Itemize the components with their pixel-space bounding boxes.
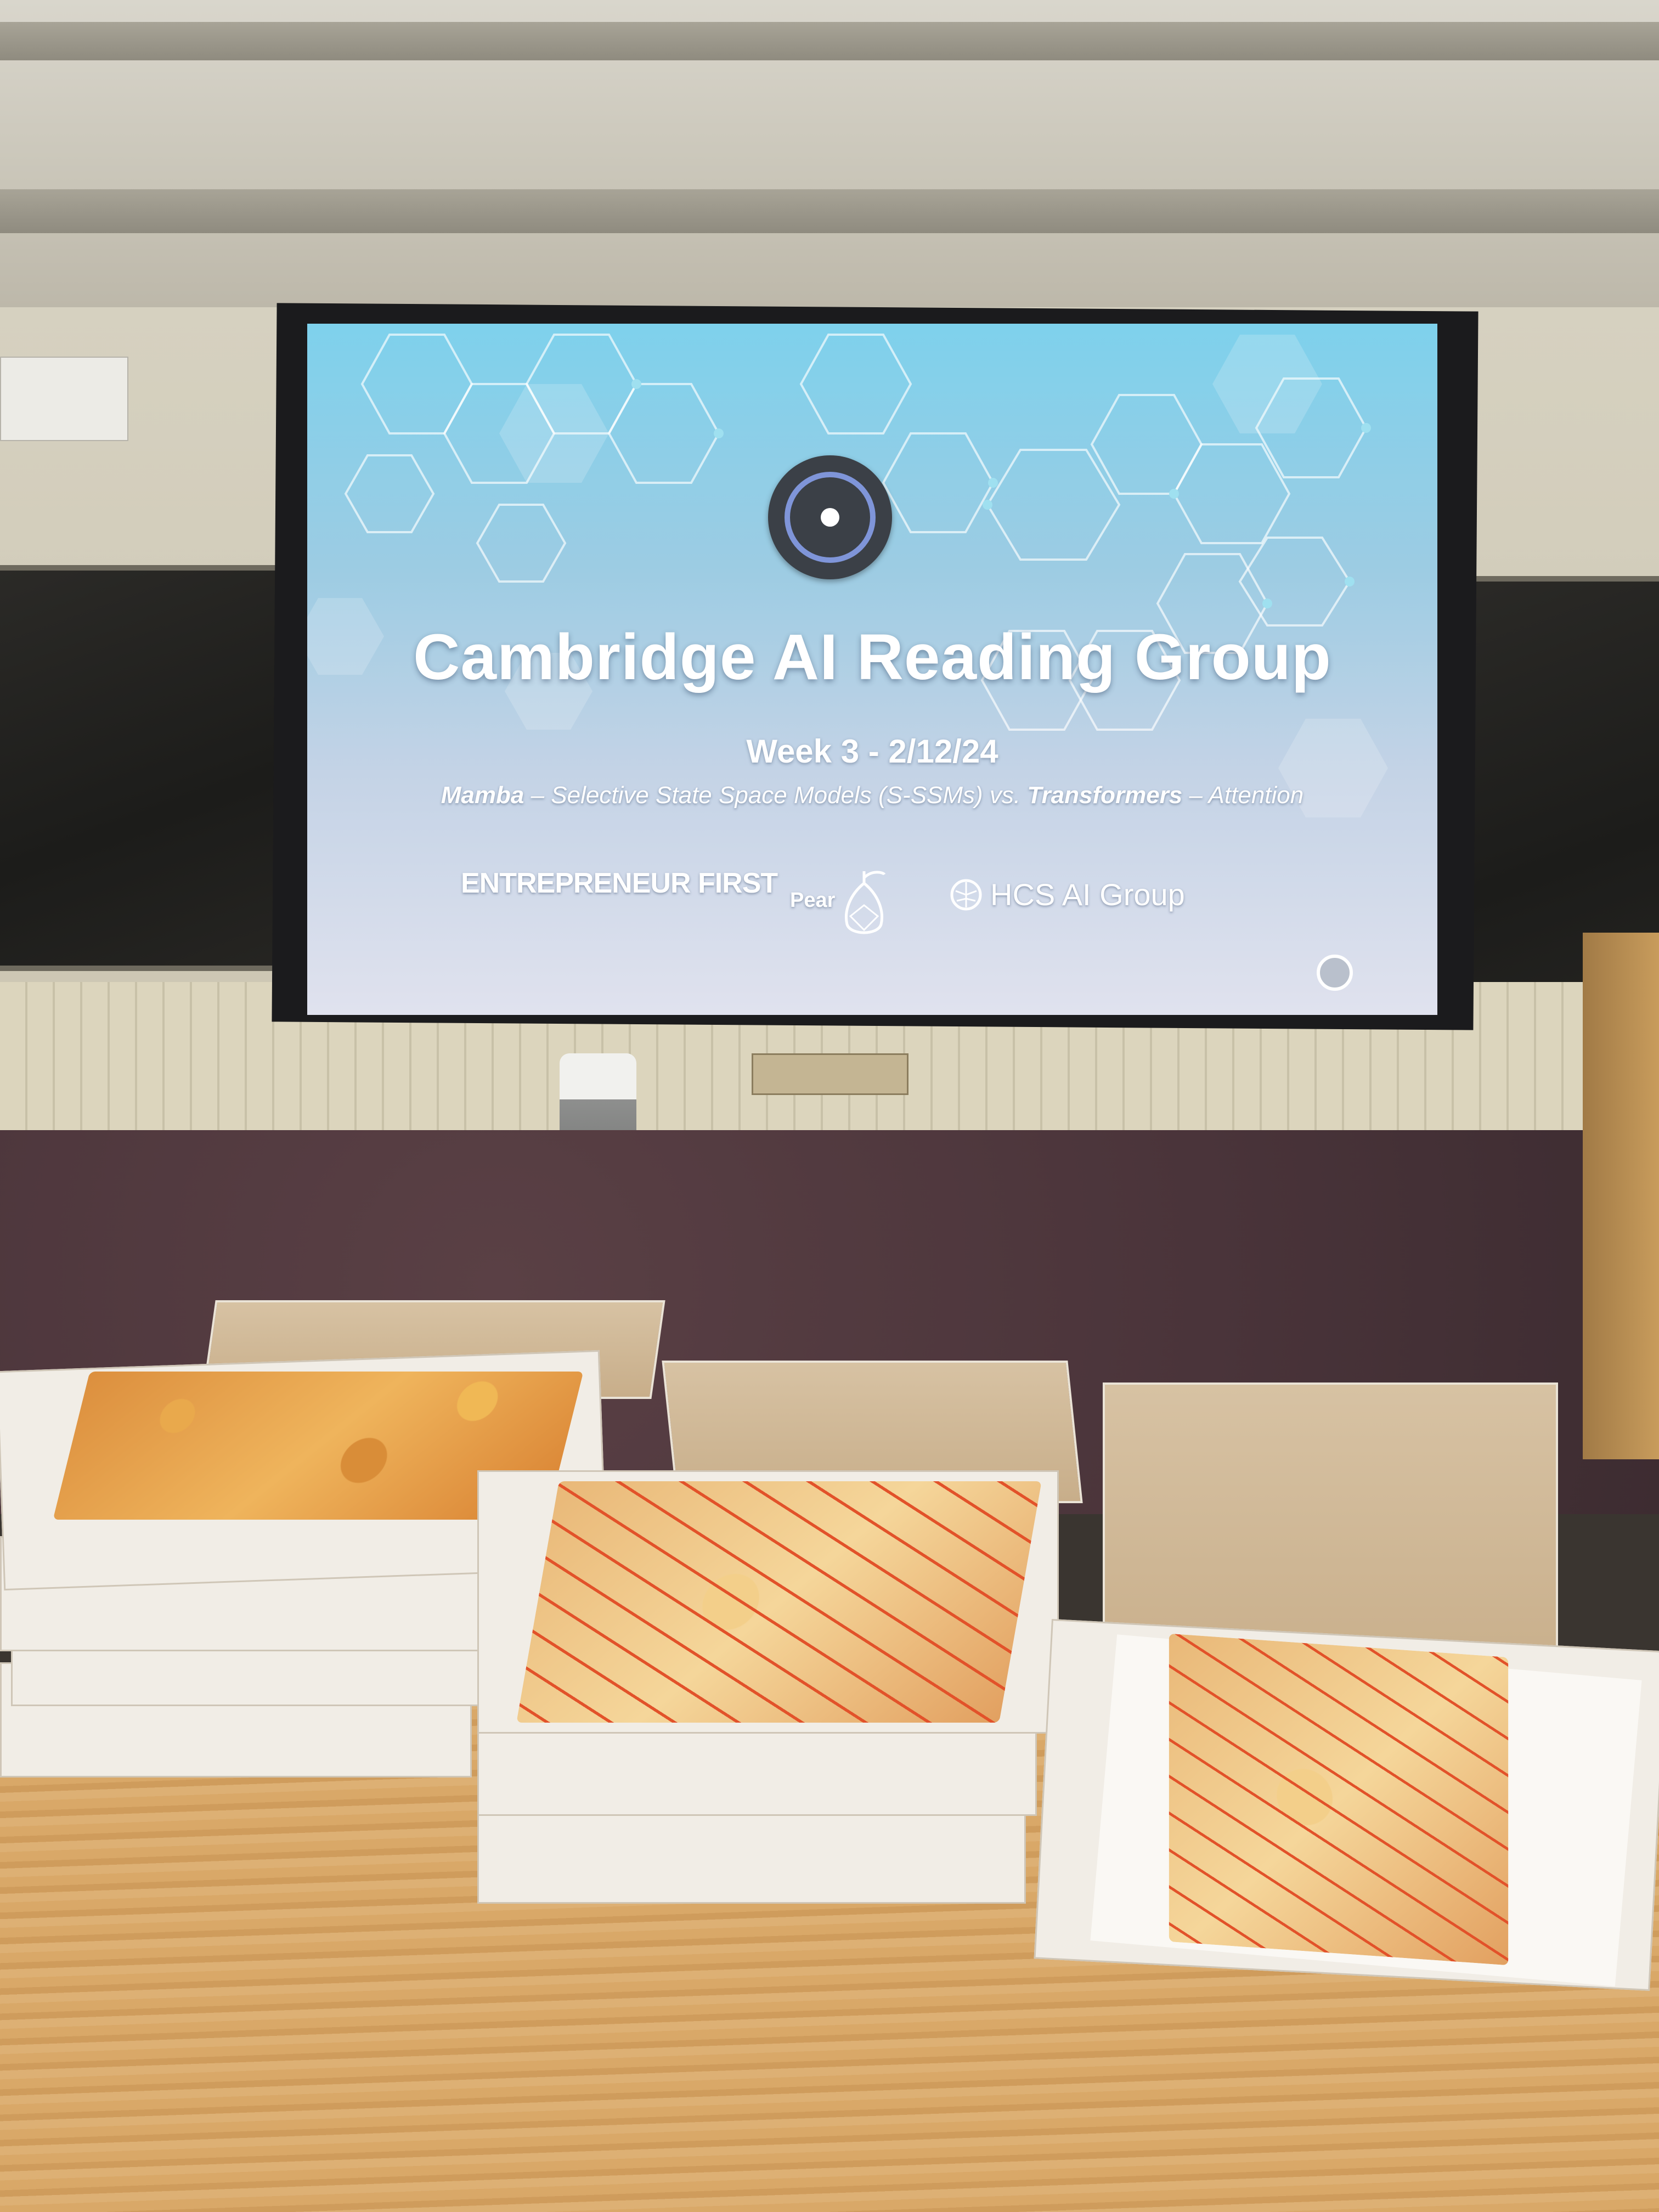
projector-slide: Cambridge AI Reading Group Week 3 - 2/12… <box>307 324 1437 1015</box>
slide-week-date: Week 3 - 2/12/24 <box>746 733 998 770</box>
corner-logo-icon <box>1317 955 1353 991</box>
sponsor-pear: Pear <box>790 889 836 912</box>
sponsor-entrepreneur-first: ENTREPRENEUR FIRST <box>461 867 778 899</box>
subtitle-mamba: Mamba <box>441 782 524 809</box>
pear-logo-icon <box>845 871 886 934</box>
subtitle-transformers: Transformers <box>1027 782 1183 809</box>
cambridge-ai-logo-icon <box>768 455 892 579</box>
chalkboard-left <box>0 565 313 971</box>
slide-subtitle: Mamba – Selective State Space Models (S-… <box>307 782 1437 809</box>
sponsor-hcs-ai-group: HCS AI Group <box>990 877 1185 912</box>
wooden-podium <box>1583 933 1659 1459</box>
subtitle-ssm: – Selective State Space Models (S-SSMs) … <box>524 782 1028 809</box>
subtitle-attention: – Attention <box>1182 782 1304 809</box>
photo-scene: Cambridge AI Reading Group Week 3 - 2/12… <box>0 0 1659 2212</box>
slide-title: Cambridge AI Reading Group <box>413 621 1331 693</box>
buffalo-chicken-pizza <box>516 1481 1042 1723</box>
ceiling-beam <box>0 189 1659 233</box>
ceiling-beam <box>0 22 1659 60</box>
wall-speaker <box>0 357 128 441</box>
buffalo-chicken-pizza <box>1169 1633 1509 1966</box>
brain-icon <box>950 879 982 911</box>
outlet-panel <box>752 1053 909 1095</box>
